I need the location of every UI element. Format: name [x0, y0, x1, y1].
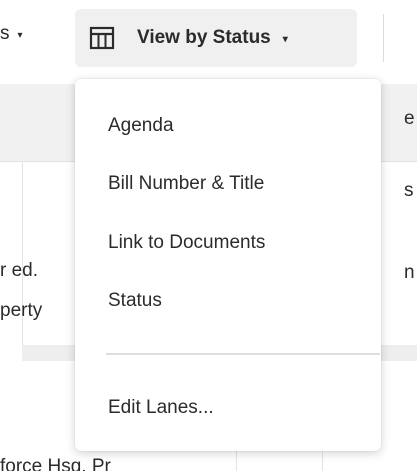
menu-item-label: Status	[108, 290, 162, 311]
table-icon	[89, 25, 115, 51]
chevron-down-icon: ▾	[282, 33, 288, 45]
menu-item-label: Edit Lanes...	[108, 397, 214, 418]
lane-card-text: n	[404, 262, 415, 283]
lane-header-text: e	[404, 108, 415, 129]
card-text-line: perty	[0, 300, 43, 321]
card-text-line: r ed.	[0, 260, 39, 281]
group-by-dropdown[interactable]: s ▾	[0, 14, 23, 54]
menu-item-status[interactable]: Status	[75, 279, 381, 323]
group-by-label: s	[0, 23, 10, 44]
toolbar-divider	[383, 14, 384, 62]
page: r ed. perty e s n force Hsg. Pr s ▾ View…	[0, 0, 417, 471]
menu-item-agenda[interactable]: Agenda	[75, 104, 381, 148]
menu-item-link-to-documents[interactable]: Link to Documents	[75, 221, 381, 265]
menu-item-bill-number-title[interactable]: Bill Number & Title	[75, 162, 381, 206]
card-title: force Hsg. Pr	[0, 456, 111, 471]
chevron-down-icon: ▾	[17, 29, 23, 41]
menu-divider	[106, 353, 380, 355]
menu-item-label: Link to Documents	[108, 232, 266, 253]
menu-item-label: Bill Number & Title	[108, 173, 265, 194]
view-by-dropdown-menu: Agenda Bill Number & Title Link to Docum…	[75, 79, 381, 451]
toolbar: s ▾ View by Status ▾	[0, 0, 417, 78]
menu-item-edit-lanes[interactable]: Edit Lanes...	[75, 386, 381, 430]
menu-item-label: Agenda	[108, 115, 174, 136]
view-by-status-label: View by Status	[137, 27, 271, 48]
lane-card-text: s	[404, 180, 414, 201]
view-by-status-button[interactable]: View by Status ▾	[75, 9, 357, 67]
